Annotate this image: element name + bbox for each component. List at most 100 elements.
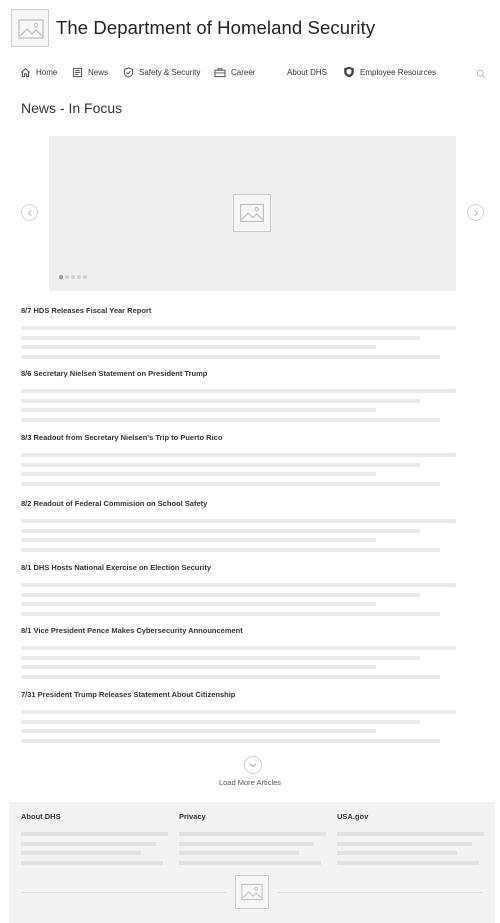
placeholder-line xyxy=(21,355,440,359)
newspaper-icon xyxy=(72,67,83,77)
site-header: The Department of Homeland Security xyxy=(0,0,500,56)
chevron-right-icon xyxy=(473,209,478,216)
article-item: 8/1 DHS Hosts National Exercise on Elect… xyxy=(21,563,461,616)
load-more-label[interactable]: Load More Articles xyxy=(0,778,500,787)
placeholder-line xyxy=(21,739,440,743)
placeholder-line xyxy=(21,548,440,552)
article-item: 8/1 Vice President Pence Makes Cybersecu… xyxy=(21,626,461,679)
placeholder-line xyxy=(21,482,440,486)
nav-item-safety-security[interactable]: Safety & Security xyxy=(123,60,200,84)
main-nav: Home News Safety & Security Career About… xyxy=(0,60,500,84)
placeholder-line xyxy=(337,842,472,846)
placeholder-line xyxy=(21,538,376,542)
placeholder-line xyxy=(179,861,321,865)
placeholder-line xyxy=(21,710,456,714)
placeholder-line xyxy=(21,519,456,523)
placeholder-line xyxy=(21,418,440,422)
search-button[interactable] xyxy=(476,66,486,84)
placeholder-line xyxy=(21,336,420,340)
shield-check-icon xyxy=(123,66,134,78)
nav-item-news[interactable]: News xyxy=(72,60,108,84)
placeholder-line xyxy=(21,345,376,349)
placeholder-line xyxy=(21,665,376,669)
footer-heading-link[interactable]: About DHS xyxy=(21,812,61,821)
placeholder-line xyxy=(21,656,420,660)
nav-item-label: About DHS xyxy=(287,67,328,77)
placeholder-line xyxy=(21,529,420,533)
placeholder-line xyxy=(337,861,479,865)
nav-item-label: Employee Resources xyxy=(360,67,437,77)
placeholder-line xyxy=(179,851,299,855)
article-title-link[interactable]: 8/2 Readout of Federal Commision on Scho… xyxy=(21,499,461,509)
nav-item-career[interactable]: Career xyxy=(214,60,255,84)
article-title-link[interactable]: 8/1 Vice President Pence Makes Cybersecu… xyxy=(21,626,461,636)
page-title: News - In Focus xyxy=(21,100,123,116)
carousel-prev-button[interactable] xyxy=(21,204,38,221)
article-title-link[interactable]: 8/1 DHS Hosts National Exercise on Elect… xyxy=(21,563,461,573)
nav-item-label: Career xyxy=(231,67,256,77)
article-item: 8/3 Readout from Secretary Nielsen's Tri… xyxy=(21,433,461,486)
placeholder-line xyxy=(179,832,326,836)
site-title[interactable]: The Department of Homeland Security xyxy=(56,17,375,39)
nav-item-employee-resources[interactable]: Employee Resources xyxy=(343,60,436,84)
carousel-dot[interactable] xyxy=(71,275,75,279)
image-placeholder-icon xyxy=(241,883,263,901)
load-more-section: Load More Articles xyxy=(0,756,500,790)
placeholder-line xyxy=(21,861,163,865)
badge-shield-icon xyxy=(344,66,354,78)
placeholder-line xyxy=(21,729,376,733)
footer-divider xyxy=(277,892,483,893)
nav-item-label: Safety & Security xyxy=(139,67,201,77)
footer-heading-link[interactable]: USA.gov xyxy=(337,812,368,821)
placeholder-line xyxy=(21,842,156,846)
placeholder-line xyxy=(21,399,420,403)
placeholder-line xyxy=(21,675,440,679)
placeholder-line xyxy=(21,851,141,855)
placeholder-line xyxy=(21,408,376,412)
carousel-dot[interactable] xyxy=(77,275,81,279)
article-item: 8/7 HDS Releases Fiscal Year Report xyxy=(21,306,461,359)
site-logo[interactable] xyxy=(11,9,49,47)
nav-item-label: Home xyxy=(36,67,58,77)
article-item: 8/2 Readout of Federal Commision on Scho… xyxy=(21,499,461,552)
article-item: 7/31 President Trump Releases Statement … xyxy=(21,690,461,743)
carousel-image xyxy=(233,194,271,232)
chevron-left-icon xyxy=(27,209,32,216)
news-carousel[interactable] xyxy=(49,136,456,291)
load-more-button[interactable] xyxy=(244,756,262,774)
placeholder-line xyxy=(337,832,484,836)
image-placeholder-icon xyxy=(240,203,264,223)
placeholder-line xyxy=(21,720,420,724)
home-icon xyxy=(21,67,30,77)
site-footer: About DHS Privacy USA.gov xyxy=(9,802,495,923)
nav-item-home[interactable]: Home xyxy=(20,60,57,84)
placeholder-line xyxy=(21,602,376,606)
article-item: 8/6 Secretary Nielsen Statement on Presi… xyxy=(21,369,461,422)
carousel-indicators xyxy=(59,275,87,279)
footer-heading-link[interactable]: Privacy xyxy=(179,812,206,821)
footer-divider xyxy=(21,892,227,893)
placeholder-line xyxy=(21,832,168,836)
nav-item-about-dhs[interactable]: About DHS xyxy=(287,60,327,84)
nav-item-label: News xyxy=(88,67,109,77)
placeholder-line xyxy=(21,472,376,476)
carousel-dot[interactable] xyxy=(83,275,87,279)
footer-logo[interactable] xyxy=(235,875,269,909)
placeholder-line xyxy=(21,326,456,330)
placeholder-line xyxy=(179,842,314,846)
chevron-down-icon xyxy=(249,763,257,768)
placeholder-line xyxy=(21,612,440,616)
article-title-link[interactable]: 7/31 President Trump Releases Statement … xyxy=(21,690,461,700)
carousel-next-button[interactable] xyxy=(467,204,484,221)
article-title-link[interactable]: 8/6 Secretary Nielsen Statement on Presi… xyxy=(21,369,461,379)
search-icon xyxy=(476,69,486,79)
briefcase-icon xyxy=(214,67,226,77)
carousel-dot[interactable] xyxy=(65,275,69,279)
placeholder-line xyxy=(337,851,457,855)
article-title-link[interactable]: 8/7 HDS Releases Fiscal Year Report xyxy=(21,306,461,316)
placeholder-line xyxy=(21,463,420,467)
article-title-link[interactable]: 8/3 Readout from Secretary Nielsen's Tri… xyxy=(21,433,461,443)
carousel-dot[interactable] xyxy=(59,275,63,279)
placeholder-line xyxy=(21,389,456,393)
placeholder-line xyxy=(21,583,456,587)
